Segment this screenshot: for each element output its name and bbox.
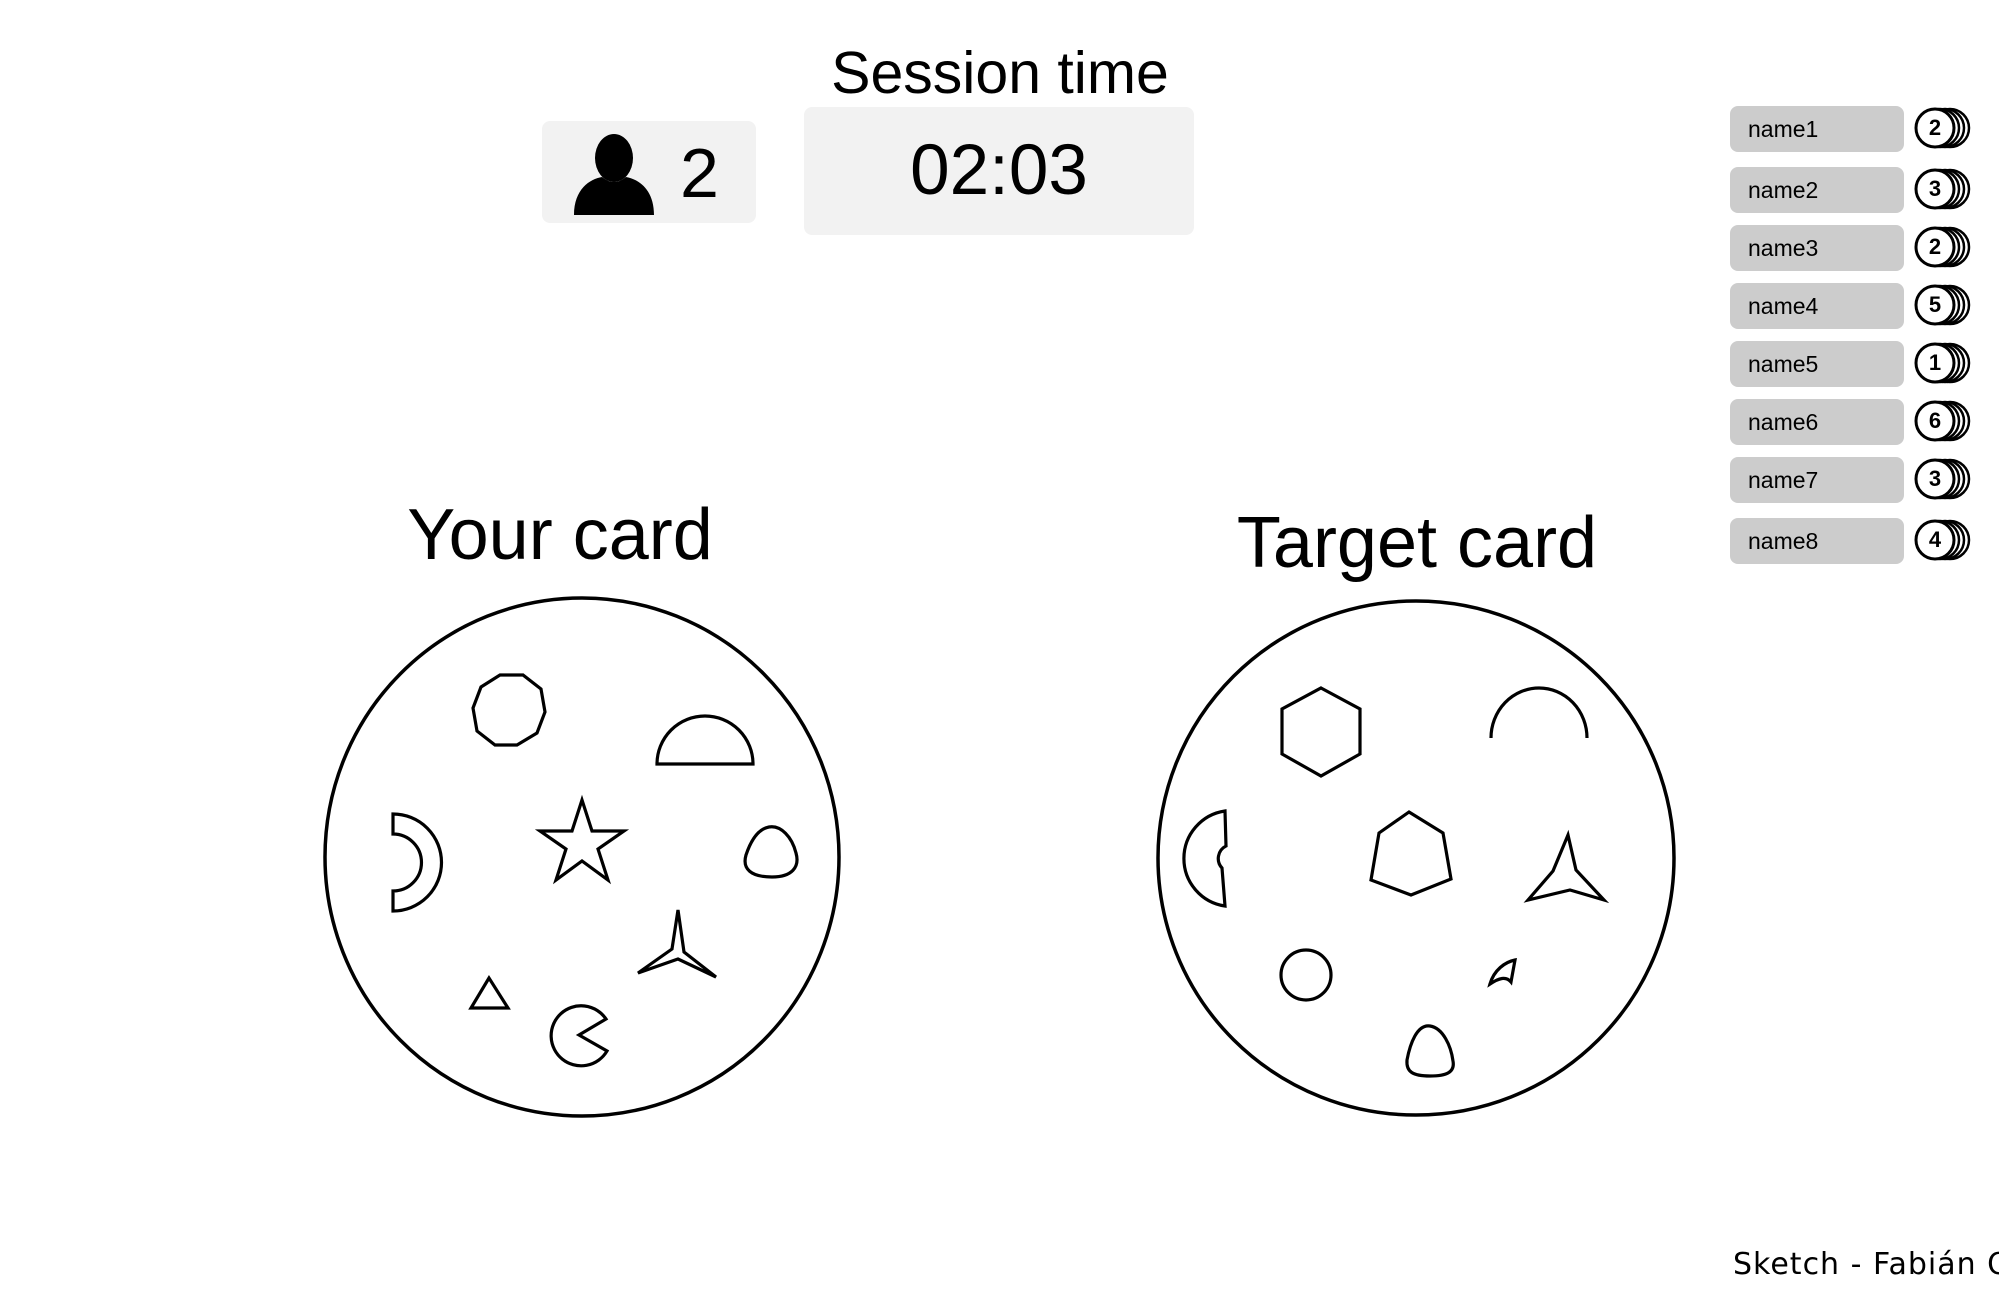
crescent-symbol[interactable] [1182,809,1228,908]
rounded-triangle-symbol[interactable] [743,825,799,879]
circle-symbol[interactable] [1279,948,1333,1002]
pacman-symbol[interactable] [549,1004,610,1068]
leaderboard-row: name7 3 [1730,457,1990,505]
player-score: 3 [1928,466,1942,491]
player-name: name2 [1730,167,1904,213]
leaderboard-row: name8 4 [1730,518,1990,566]
player-score: 3 [1928,176,1942,201]
player-name: name8 [1730,518,1904,564]
target-card [1155,596,1677,1118]
half-circle-symbol[interactable] [655,714,755,766]
three-point-star-symbol[interactable] [637,909,717,979]
player-score: 1 [1928,350,1942,375]
leaderboard-row: name3 2 [1730,225,1990,273]
player-count: 2 [680,134,719,212]
target-card-circle [1156,599,1676,1117]
three-point-star-symbol[interactable] [1523,829,1610,904]
crescent-symbol[interactable] [391,812,444,913]
target-card-title: Target card [1236,503,1598,583]
user-icon [574,134,654,215]
your-card-title: Your card [407,495,713,575]
session-time-label: Session time [831,40,1169,106]
player-name: name5 [1730,341,1904,387]
octagon-symbol[interactable] [471,673,547,747]
small-sector-symbol[interactable] [1487,957,1517,988]
player-name: name3 [1730,225,1904,271]
player-name: name6 [1730,399,1904,445]
player-score: 2 [1928,115,1942,140]
leaderboard-row: name2 3 [1730,167,1990,215]
session-timer: 02:03 [804,107,1194,235]
player-score: 6 [1928,408,1942,433]
triangle-symbol[interactable] [468,974,511,1010]
player-score: 2 [1928,234,1942,259]
star-symbol[interactable] [534,794,630,885]
rounded-triangle-symbol[interactable] [1405,1024,1455,1078]
player-name: name1 [1730,106,1904,152]
pentagon-symbol[interactable] [1369,810,1453,897]
player-score: 5 [1928,292,1942,317]
player-count-box: 2 [542,121,756,223]
player-score: 4 [1928,527,1942,552]
leaderboard-row: name4 5 [1730,283,1990,331]
player-name: name7 [1730,457,1904,503]
your-card [322,595,842,1120]
sketch-signature: Sketch - Fabián O. [1733,1247,1999,1282]
leaderboard-row: name5 1 [1730,341,1990,389]
leaderboard-row: name6 6 [1730,399,1990,447]
leaderboard-row: name1 2 [1730,106,1990,154]
hexagon-symbol[interactable] [1280,686,1362,778]
arc-symbol[interactable] [1489,686,1589,739]
player-name: name4 [1730,283,1904,329]
